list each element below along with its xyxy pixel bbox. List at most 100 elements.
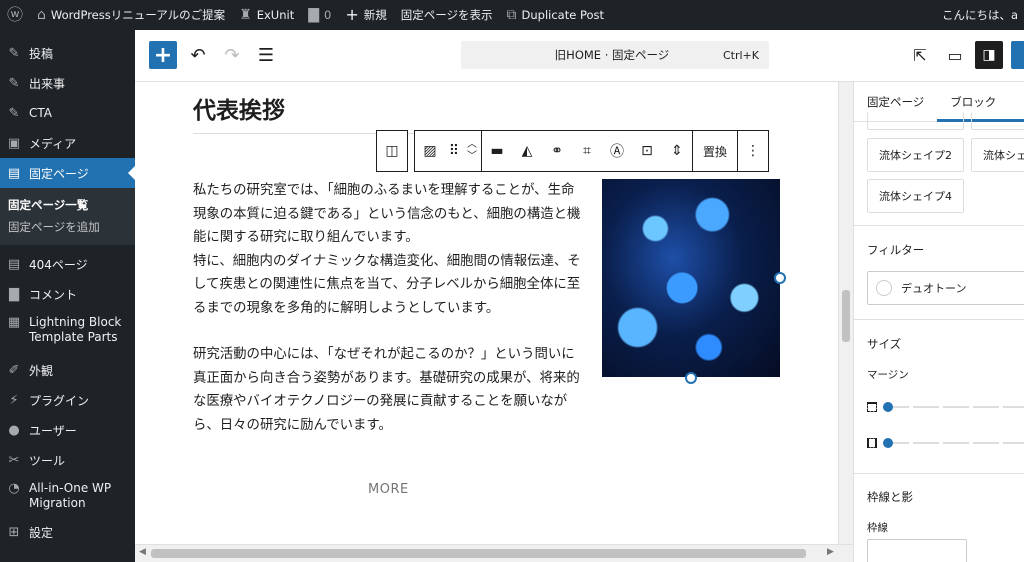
margin-label: マージン	[867, 369, 909, 381]
link-button[interactable]: ⚭	[542, 131, 572, 171]
scrollbar-thumb[interactable]	[842, 290, 850, 342]
sidebar-item-appearance[interactable]: ✐ 外観	[0, 355, 135, 385]
sidebar-item-tools[interactable]: ✂ ツール	[0, 445, 135, 475]
scrollbar-thumb[interactable]	[151, 549, 806, 558]
slider-knob[interactable]	[883, 402, 893, 412]
border-control[interactable]	[867, 539, 967, 562]
slider-knob[interactable]	[883, 438, 893, 448]
sidebar-item-settings[interactable]: ⊞ 設定	[0, 517, 135, 547]
wordpress-icon: ⓦ	[7, 5, 24, 24]
shape-option-top-left[interactable]	[867, 112, 964, 130]
sidebar-item-label: ユーザー	[29, 423, 77, 438]
document-overview-button[interactable]: ☰	[251, 40, 281, 70]
cell-image[interactable]	[602, 179, 780, 377]
media-icon: ▣	[7, 135, 21, 151]
caption-button[interactable]: ⊡	[632, 131, 662, 171]
sidebar-item-label: ツール	[29, 453, 66, 468]
sidebar-item-cta[interactable]: ✎ CTA	[0, 98, 135, 128]
move-buttons[interactable]: ︿ ﹀	[463, 131, 481, 171]
publish-button[interactable]	[1011, 41, 1024, 69]
text-overlay-button[interactable]: Ⓐ	[602, 131, 632, 171]
chevron-up-icon: ︿	[467, 139, 477, 150]
block-parent-group: ◫	[376, 130, 408, 172]
columns-button[interactable]: ◫	[377, 131, 407, 171]
image-block-button[interactable]: ▨	[415, 131, 445, 171]
new-content-link[interactable]: + 新規	[338, 0, 393, 30]
align-button[interactable]: ▬	[482, 131, 512, 171]
external-link-icon: ⇱	[913, 45, 927, 65]
undo-button[interactable]: ↶	[183, 40, 213, 70]
duotone-button[interactable]: ◭	[512, 131, 542, 171]
canvas-horizontal-scrollbar[interactable]: ◀ ▶	[135, 544, 853, 562]
slider-track[interactable]	[883, 438, 1024, 448]
duplicate-icon: ⧉	[506, 7, 517, 23]
settings-toggle-button[interactable]: ◨	[975, 41, 1003, 69]
preview-button[interactable]: ▭	[940, 40, 970, 70]
sidebar-item-users[interactable]: ● ユーザー	[0, 415, 135, 445]
margin-vertical-slider[interactable]	[867, 400, 1024, 414]
sidebar-item-template-parts[interactable]: ▦ Lightning Block Template Parts	[0, 309, 135, 351]
shape-option-3[interactable]: 流体シェイプ3	[971, 138, 1024, 172]
comments-link[interactable]: ▇ 0	[301, 0, 338, 30]
more-options-button[interactable]: ⋮	[738, 131, 768, 171]
duotone-swatch-icon	[876, 280, 892, 296]
paragraph-2[interactable]: 研究活動の中心には、「なぜそれが起こるのか？」という問いに真正面から向き合う姿勢…	[193, 343, 583, 437]
submenu-all-pages[interactable]: 固定ページ一覧	[0, 194, 135, 216]
pin-icon: ✎	[8, 75, 20, 91]
user-icon: ●	[8, 422, 20, 438]
exunit-link[interactable]: ♜ ExUnit	[232, 0, 301, 30]
command-palette-button[interactable]: 旧HOME · 固定ページ Ctrl+K	[461, 41, 769, 69]
sidebar-item-media[interactable]: ▣ メディア	[0, 128, 135, 158]
margin-horizontal-slider[interactable]	[867, 436, 1024, 450]
shape-option-4[interactable]: 流体シェイプ4	[867, 179, 964, 213]
block-controls-group: ▨ ⠿ ︿ ﹀ ▬ ◭ ⚭ ⌗ Ⓐ ⊡ ⇕ 置換 ⋮	[414, 130, 770, 172]
sidebar-item-404[interactable]: ▤ 404ページ	[0, 249, 135, 279]
shape-label: 流体シェイプ4	[879, 190, 952, 203]
wp-logo-button[interactable]: ⓦ	[0, 0, 30, 30]
shape-option-top-right[interactable]	[971, 112, 1024, 130]
sidebar-item-comments[interactable]: ▇ コメント	[0, 279, 135, 309]
drag-handle[interactable]: ⠿	[445, 131, 463, 171]
resize-handle-bottom[interactable]	[685, 372, 697, 384]
new-label: 新規	[363, 8, 387, 22]
duplicate-post-link[interactable]: ⧉ Duplicate Post	[500, 0, 612, 30]
text-overlay-icon: Ⓐ	[610, 144, 624, 160]
view-page-link[interactable]: 固定ページを表示	[394, 0, 500, 30]
sidebar-item-migration[interactable]: ◔ All-in-One WP Migration	[0, 475, 135, 517]
slider-track[interactable]	[883, 402, 1024, 412]
sidebar-item-pages[interactable]: ▤ 固定ページ	[0, 158, 135, 188]
crop-button[interactable]: ⌗	[572, 131, 602, 171]
redo-button[interactable]: ↷	[217, 40, 247, 70]
greeting-link[interactable]: こんにちは、a	[942, 0, 1018, 30]
border-title: 枠線と影	[867, 490, 913, 504]
height-button[interactable]: ⇕	[662, 131, 692, 171]
page-heading[interactable]: 代表挨拶	[193, 91, 285, 125]
block-toolbar: ◫ ▨ ⠿ ︿ ﹀ ▬ ◭ ⚭ ⌗ Ⓐ ⊡ ⇕ 置換 ⋮	[376, 130, 770, 172]
sidebar-item-plugins[interactable]: ⚡ プラグイン	[0, 385, 135, 415]
comment-icon: ▇	[9, 286, 19, 302]
settings-icon: ⊞	[8, 524, 20, 540]
sidebar-item-label: 投稿	[29, 46, 54, 61]
shape-label: 流体シェイプ3	[983, 149, 1024, 162]
paragraph-1[interactable]: 私たちの研究室では、「細胞のふるまいを理解することが、生命現象の本質に迫る鍵であ…	[193, 179, 583, 321]
duotone-control[interactable]: デュオトーン	[867, 271, 1024, 305]
canvas-vertical-scrollbar[interactable]	[838, 82, 853, 544]
submenu-add-page[interactable]: 固定ページを追加	[0, 216, 135, 238]
add-block-button[interactable]: +	[149, 41, 177, 69]
duotone-icon: ◭	[521, 143, 533, 159]
editor-canvas: 代表挨拶 ◫ ▨ ⠿ ︿ ﹀ ▬ ◭ ⚭ ⌗ Ⓐ ⊡ ⇕ 置換 ⋮ 私たちの研究室…	[135, 82, 838, 544]
view-page-button[interactable]: ⇱	[905, 40, 935, 70]
filter-section-divider	[854, 225, 1024, 226]
sidebar-item-events[interactable]: ✎ 出来事	[0, 68, 135, 98]
admin-sidebar: ✎ 投稿 ✎ 出来事 ✎ CTA ▣ メディア ▤ 固定ページ 固定ページ一覧 固定ページ…	[0, 30, 135, 562]
sidebar-item-posts[interactable]: ✎ 投稿	[0, 38, 135, 68]
replace-button[interactable]: 置換	[692, 131, 739, 171]
scroll-right-icon[interactable]: ▶	[827, 547, 834, 557]
more-link[interactable]: MORE	[368, 482, 409, 497]
site-name-link[interactable]: ⌂ WordPressリニューアルのご提案	[30, 0, 232, 30]
command-shortcut: Ctrl+K	[722, 48, 759, 62]
scroll-left-icon[interactable]: ◀	[139, 547, 146, 557]
shape-option-2[interactable]: 流体シェイプ2	[867, 138, 964, 172]
resize-handle-right[interactable]	[774, 272, 786, 284]
admin-bar: ⓦ ⌂ WordPressリニューアルのご提案 ♜ ExUnit ▇ 0 + 新規 固定…	[0, 0, 1024, 30]
